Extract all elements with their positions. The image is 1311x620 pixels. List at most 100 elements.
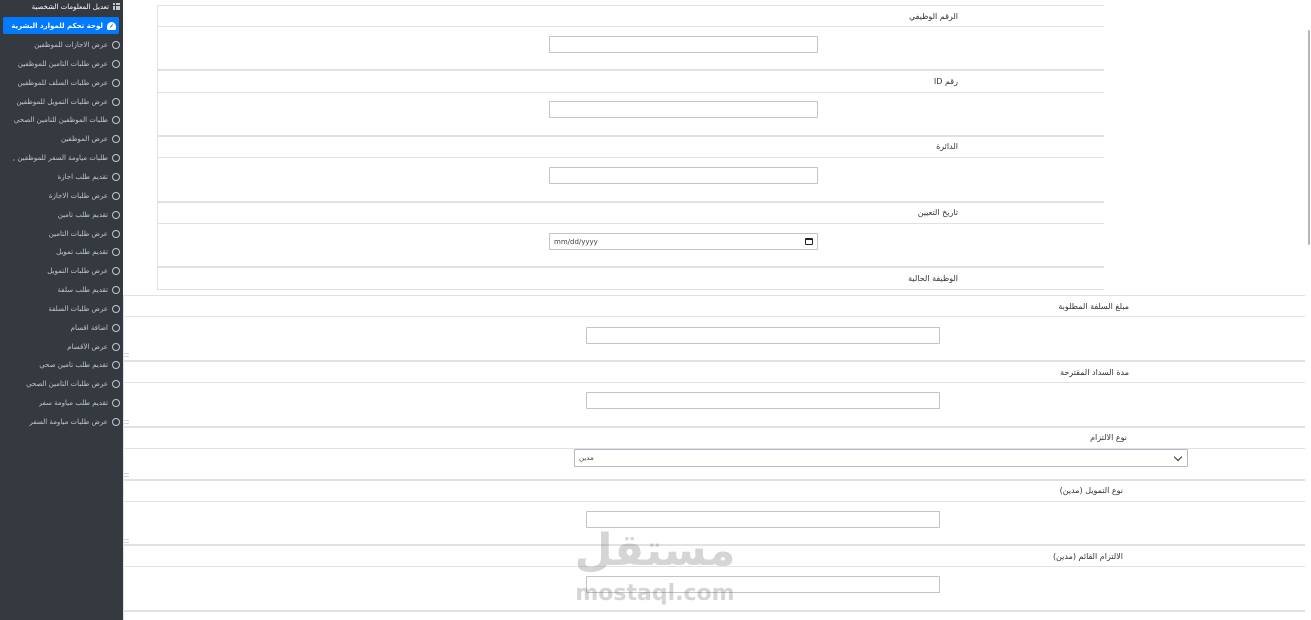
field-header	[124, 612, 1311, 620]
sidebar-item-label: عرض طلبات السلف للموظفين	[17, 78, 108, 87]
employee-number-group: الرقم الوظيفي	[157, 5, 1104, 70]
sidebar-item-label: تقديم طلب تأمين	[57, 210, 108, 219]
sidebar-item-label: تعديل المعلومات الشخصية	[31, 2, 109, 11]
sidebar-item[interactable]: عرض طلبات التمويل	[0, 262, 123, 279]
sidebar-item-label: طلبات مياومة السفر للموظفين ,	[12, 153, 108, 162]
sidebar-item-label: طلبات الموظفين للتأمين الصحي	[13, 115, 108, 124]
sidebar-item-label: عرض طلبات التمويل	[47, 266, 108, 275]
sidebar-item-label: عرض طلبات السلفة	[48, 304, 108, 313]
sidebar-item[interactable]: تقديم طلب سلفة	[0, 281, 123, 298]
sidebar-item[interactable]: عرض طلبات التمويل للموظفين	[0, 93, 123, 110]
sidebar-item[interactable]: عرض طلبات السلفة	[0, 300, 123, 317]
circle-outline-icon	[112, 40, 120, 49]
field-header	[124, 481, 1311, 502]
field-header	[158, 6, 1104, 27]
sidebar-item-label: اضافة اقسام	[70, 323, 108, 332]
circle-outline-icon	[112, 379, 120, 388]
hire-date-label: تاريخ التعيين	[917, 208, 958, 217]
divider-mark	[124, 473, 129, 477]
sidebar-item[interactable]: تقديم طلب تأمين	[0, 206, 123, 223]
commitment-type-select[interactable]: مدين	[574, 449, 1188, 467]
hire-date-input[interactable]: mm/dd/yyyy	[549, 233, 818, 250]
sidebar-item[interactable]: عرض طلبات التأمين الصحي	[0, 375, 123, 392]
sidebar-item[interactable]: عرض طلبات السلف للموظفين	[0, 74, 123, 91]
sidebar-item[interactable]: عرض طلبات التأمين للموظفين	[0, 55, 123, 72]
loan-amount-group: مبلغ السلفة المطلوبة	[123, 295, 1311, 361]
app-window: تعديل المعلومات الشخصية لوحة تحكم للموار…	[0, 0, 1311, 620]
existing-commitment-label: الالتزام القائم (مدين)	[1052, 552, 1123, 561]
select-value: مدين	[579, 454, 594, 462]
sidebar-item[interactable]: طلبات الموظفين للتأمين الصحي	[0, 111, 123, 128]
loan-amount-input[interactable]	[586, 327, 940, 344]
id-number-input[interactable]	[549, 101, 818, 118]
grid-icon	[113, 3, 120, 10]
sidebar-item-label: تقديم طلب تأمين صحي	[39, 360, 108, 369]
repayment-period-group: مدة السداد المقترحة	[123, 361, 1311, 427]
date-placeholder: mm/dd/yyyy	[554, 237, 598, 246]
commitment-type-label: نوع الالتزام	[1090, 433, 1127, 442]
id-number-label: رقم ID	[933, 77, 958, 86]
sidebar-item-label: عرض الموظفين	[60, 134, 108, 143]
sidebar-item[interactable]: تقديم طلب اجازة	[0, 168, 123, 185]
page-scrollbar-thumb[interactable]	[1308, 30, 1310, 245]
loan-amount-label: مبلغ السلفة المطلوبة	[1058, 302, 1129, 311]
sidebar: تعديل المعلومات الشخصية لوحة تحكم للموار…	[0, 0, 123, 620]
field-header	[124, 362, 1311, 383]
commitment-type-group: نوع الالتزام مدين	[123, 427, 1311, 480]
sidebar-item-label: عرض الاجازات للموظفين	[34, 40, 108, 49]
watermark-latin: mostaql.com	[575, 581, 735, 606]
sidebar-item[interactable]: عرض طلبات الاجازة	[0, 187, 123, 204]
field-header	[158, 71, 1104, 93]
sidebar-item-label: عرض طلبات التأمين	[48, 229, 108, 238]
divider-mark	[124, 539, 129, 543]
current-job-label: الوظيفة الحالية	[908, 274, 958, 283]
sidebar-item-label: عرض طلبات التأمين للموظفين	[17, 59, 108, 68]
sidebar-item-label: عرض طلبات مياومة السفر	[29, 417, 108, 426]
sidebar-item[interactable]: طلبات مياومة السفر للموظفين ,	[0, 149, 123, 166]
circle-outline-icon	[112, 342, 120, 351]
circle-outline-icon	[112, 398, 120, 407]
circle-outline-icon	[112, 78, 120, 87]
department-input[interactable]	[549, 167, 818, 184]
sidebar-item[interactable]: عرض الأقسام	[0, 338, 123, 355]
sidebar-item[interactable]: تقديم طلب تأمين صحي	[0, 356, 123, 373]
sidebar-item[interactable]: تقديم طلب مياومة سفر	[0, 394, 123, 411]
circle-outline-icon	[112, 323, 120, 332]
field-header	[124, 428, 1311, 449]
current-job-group: الوظيفة الحالية	[157, 267, 1104, 290]
circle-outline-icon	[112, 210, 120, 219]
hire-date-group: تاريخ التعيين mm/dd/yyyy	[157, 202, 1104, 267]
circle-outline-icon	[112, 134, 120, 143]
sidebar-item[interactable]: اضافة اقسام	[0, 319, 123, 336]
circle-outline-icon	[112, 247, 120, 256]
dashboard-gauge-icon	[107, 21, 116, 30]
sidebar-item[interactable]: عرض الموظفين	[0, 130, 123, 147]
employee-number-input[interactable]	[549, 36, 818, 53]
financing-type-label: نوع التمويل (مدين)	[1059, 486, 1123, 495]
sidebar-item[interactable]: عرض طلبات مياومة السفر	[0, 413, 123, 430]
circle-outline-icon	[112, 360, 120, 369]
circle-outline-icon	[112, 266, 120, 275]
sidebar-item[interactable]: عرض الاجازات للموظفين	[0, 36, 123, 53]
sidebar-item-label: تقديم طلب تمويل	[56, 247, 108, 256]
field-header	[158, 203, 1104, 224]
circle-outline-icon	[112, 153, 120, 162]
sidebar-item[interactable]: عرض طلبات التأمين	[0, 225, 123, 242]
circle-outline-icon	[112, 97, 120, 106]
circle-outline-icon	[112, 191, 120, 200]
sidebar-item-hr-dashboard[interactable]: لوحة تحكم للموارد البشرية	[3, 17, 119, 34]
divider-mark	[124, 420, 129, 424]
department-label: الدائرة	[936, 142, 958, 151]
field-header	[158, 137, 1104, 158]
sidebar-item[interactable]: تقديم طلب تمويل	[0, 243, 123, 260]
circle-outline-icon	[112, 229, 120, 238]
sidebar-item-edit-profile[interactable]: تعديل المعلومات الشخصية	[0, 0, 123, 15]
sidebar-item-label: تقديم طلب مياومة سفر	[38, 398, 108, 407]
divider-mark	[124, 353, 129, 357]
calendar-icon[interactable]	[805, 238, 813, 245]
circle-outline-icon	[112, 115, 120, 124]
employee-number-label: الرقم الوظيفي	[908, 12, 958, 21]
sidebar-item-label: عرض الأقسام	[67, 342, 108, 351]
sidebar-item-label: عرض طلبات الاجازة	[48, 191, 108, 200]
repayment-period-input[interactable]	[586, 392, 940, 409]
